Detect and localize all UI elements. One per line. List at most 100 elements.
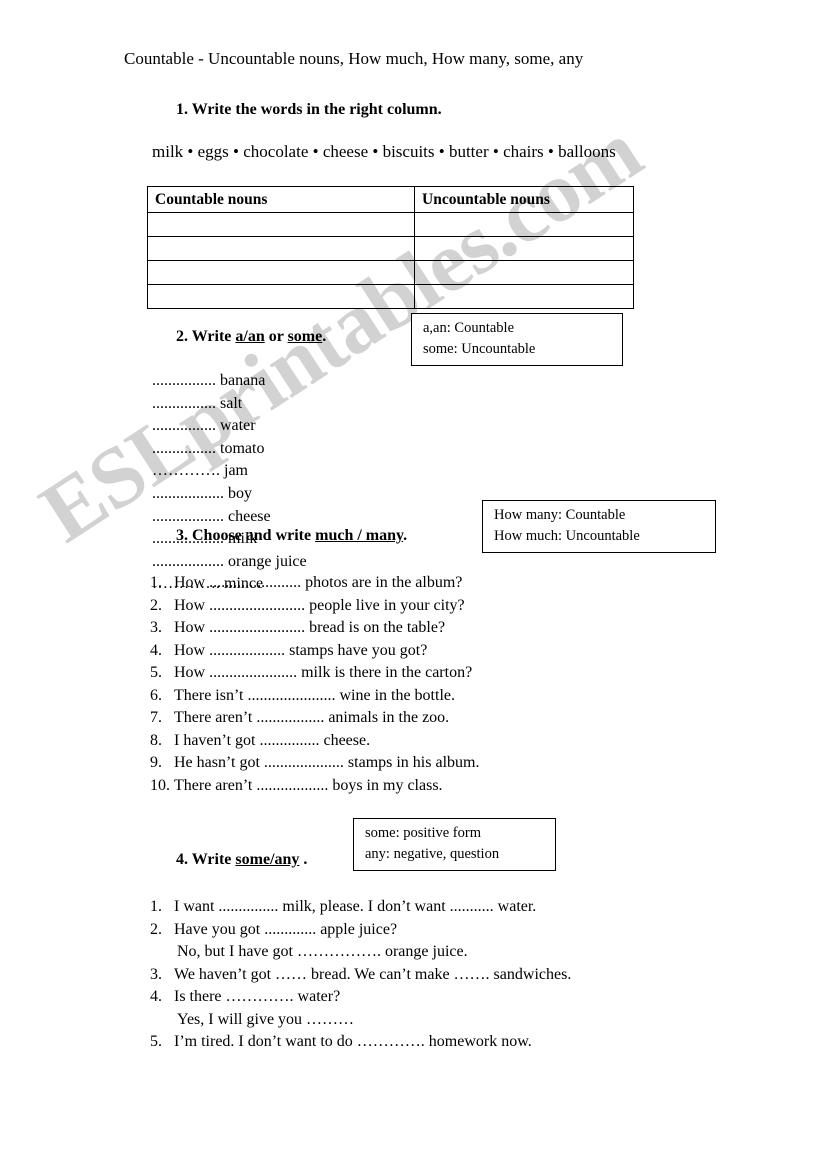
item-continuation[interactable]: No, but I have got ……………. orange juice. <box>150 941 690 964</box>
list-item[interactable]: 4. Is there …………. water? <box>150 986 690 1009</box>
item-number: 1. <box>150 574 162 591</box>
item-text[interactable]: How ........................ bread is on… <box>174 617 445 640</box>
list-item[interactable]: 6. There isn’t ...................... wi… <box>150 685 670 708</box>
section-4-number: 4. <box>176 851 188 868</box>
list-item[interactable]: 3. How ........................ bread is… <box>150 617 670 640</box>
fill-in-item[interactable]: ................ salt <box>152 393 384 416</box>
section-2-number: 2. <box>176 328 188 345</box>
table-cell-uncountable[interactable] <box>414 260 634 285</box>
item-text[interactable]: I’m tired. I don’t want to do …………. home… <box>174 1031 532 1054</box>
fill-in-item[interactable]: ................ tomato <box>152 438 384 461</box>
hint-box-a-an-some: a,an: Countable some: Uncountable <box>411 313 623 367</box>
list-item[interactable]: 2. How ........................ people l… <box>150 595 670 618</box>
list-item[interactable]: 5. How ...................... milk is th… <box>150 662 670 685</box>
list-item[interactable]: 5. I’m tired. I don’t want to do …………. h… <box>150 1031 690 1054</box>
section-2-prefix: Write <box>191 328 236 345</box>
section-2-suffix: . <box>322 328 327 345</box>
fill-in-item[interactable]: ................ water <box>152 415 384 438</box>
hint-line-2: some: Uncountable <box>423 341 536 358</box>
table-row[interactable] <box>147 236 634 261</box>
section-2-middle: or <box>264 328 288 345</box>
item-text[interactable]: There isn’t ...................... wine … <box>174 685 455 708</box>
item-text[interactable]: There aren’t ................. animals i… <box>174 707 449 730</box>
table-row[interactable] <box>147 212 634 237</box>
fill-in-item[interactable]: .................. boy <box>152 483 398 506</box>
hint-line-1: a,an: Countable <box>423 320 515 336</box>
item-continuation[interactable]: Yes, I will give you ……… <box>150 1009 690 1032</box>
section-2-heading: 2. Write a/an or some. <box>176 328 326 346</box>
fill-in-item[interactable]: ................ banana <box>152 370 384 393</box>
section-4-exercise-list: 1. I want ............... milk, please. … <box>150 896 690 1054</box>
section-1-number: 1. <box>176 101 188 118</box>
list-item-group: 4. Is there …………. water? Yes, I will giv… <box>150 986 690 1031</box>
table-header-row: Countable nouns Uncountable nouns <box>147 186 634 213</box>
item-number: 4. <box>150 641 162 659</box>
list-item[interactable]: 9. He hasn’t got .................... st… <box>150 752 670 775</box>
list-item[interactable]: 2. Have you got ............. apple juic… <box>150 919 690 942</box>
item-text[interactable]: How ....................... photos are i… <box>174 572 462 595</box>
list-item[interactable]: 10. There aren’t .................. boys… <box>150 775 670 798</box>
item-number: 9. <box>150 754 162 771</box>
item-text[interactable]: How ........................ people live… <box>174 595 465 618</box>
page-title: Countable - Uncountable nouns, How much,… <box>124 49 584 68</box>
hint-line-1: some: positive form <box>365 825 481 841</box>
list-item-group: 5. I’m tired. I don’t want to do …………. h… <box>150 1031 690 1054</box>
item-text[interactable]: How ................... stamps have you … <box>174 640 427 663</box>
hint-line-2: any: negative, question <box>365 846 500 863</box>
list-item[interactable]: 7. There aren’t ................. animal… <box>150 707 670 730</box>
table-cell-countable[interactable] <box>147 212 415 237</box>
section-4-option-some-any: some/any <box>235 851 300 868</box>
list-item[interactable]: 4. How ................... stamps have y… <box>150 640 670 663</box>
section-1-text: Write the words in the right column. <box>191 101 442 118</box>
table-cell-uncountable[interactable] <box>414 284 634 309</box>
item-number: 3. <box>150 965 162 983</box>
item-text[interactable]: How ...................... milk is there… <box>174 662 472 685</box>
countable-uncountable-table: Countable nouns Uncountable nouns <box>147 186 634 309</box>
fill-in-item[interactable]: .................. cheese <box>152 506 398 529</box>
table-cell-countable[interactable] <box>147 284 415 309</box>
fill-in-item[interactable]: …………. jam <box>152 460 384 483</box>
section-4-suffix: . <box>299 851 308 868</box>
table-header-countable: Countable nouns <box>147 186 415 213</box>
list-item-group: 1. I want ............... milk, please. … <box>150 896 690 919</box>
item-number: 5. <box>150 664 162 681</box>
table-row[interactable] <box>147 284 634 309</box>
table-cell-uncountable[interactable] <box>414 236 634 261</box>
item-number: 5. <box>150 1033 162 1050</box>
section-2-exercise-columns: ................ banana ................… <box>152 370 632 596</box>
item-text[interactable]: I want ............... milk, please. I d… <box>174 896 536 919</box>
item-number: 8. <box>150 731 162 749</box>
list-item[interactable]: 1. I want ............... milk, please. … <box>150 896 690 919</box>
section-2-left-column: ................ banana ................… <box>152 370 384 483</box>
item-text[interactable]: Is there …………. water? <box>174 986 340 1009</box>
item-number: 4. <box>150 988 162 1005</box>
table-row[interactable] <box>147 260 634 285</box>
list-item[interactable]: 8. I haven’t got ............... cheese. <box>150 730 670 753</box>
item-text[interactable]: There aren’t .................. boys in … <box>174 775 443 798</box>
list-item[interactable]: 1. How ....................... photos ar… <box>150 572 670 595</box>
list-item-group: 3. We haven’t got …… bread. We can’t mak… <box>150 964 690 987</box>
item-number: 7. <box>150 709 162 726</box>
fill-in-item[interactable]: .................. orange juice <box>152 551 398 574</box>
table-cell-countable[interactable] <box>147 236 415 261</box>
item-text[interactable]: He hasn’t got .................... stamp… <box>174 752 479 775</box>
hint-line-2: How much: Uncountable <box>494 528 640 545</box>
item-number: 2. <box>150 920 162 938</box>
item-number: 10. <box>150 776 170 794</box>
item-text[interactable]: I haven’t got ............... cheese. <box>174 730 370 753</box>
item-number: 1. <box>150 898 162 915</box>
section-4-heading: 4. Write some/any . <box>176 851 307 869</box>
hint-box-how-many-how-much: How many: Countable How much: Uncountabl… <box>482 500 716 554</box>
item-text[interactable]: Have you got ............. apple juice? <box>174 919 397 942</box>
list-item[interactable]: 3. We haven’t got …… bread. We can’t mak… <box>150 964 690 987</box>
table-cell-countable[interactable] <box>147 260 415 285</box>
section-3-exercise-list: 1. How ....................... photos ar… <box>150 572 670 797</box>
section-3-option-much-many: much / many <box>315 527 404 544</box>
item-text[interactable]: We haven’t got …… bread. We can’t make …… <box>174 964 571 987</box>
worksheet-content: Countable - Uncountable nouns, How much,… <box>0 0 821 1169</box>
item-number: 6. <box>150 686 162 704</box>
table-cell-uncountable[interactable] <box>414 212 634 237</box>
word-bank: milk • eggs • chocolate • cheese • biscu… <box>152 142 616 161</box>
hint-line-1: How many: Countable <box>494 507 626 523</box>
section-3-suffix: . <box>403 527 408 544</box>
